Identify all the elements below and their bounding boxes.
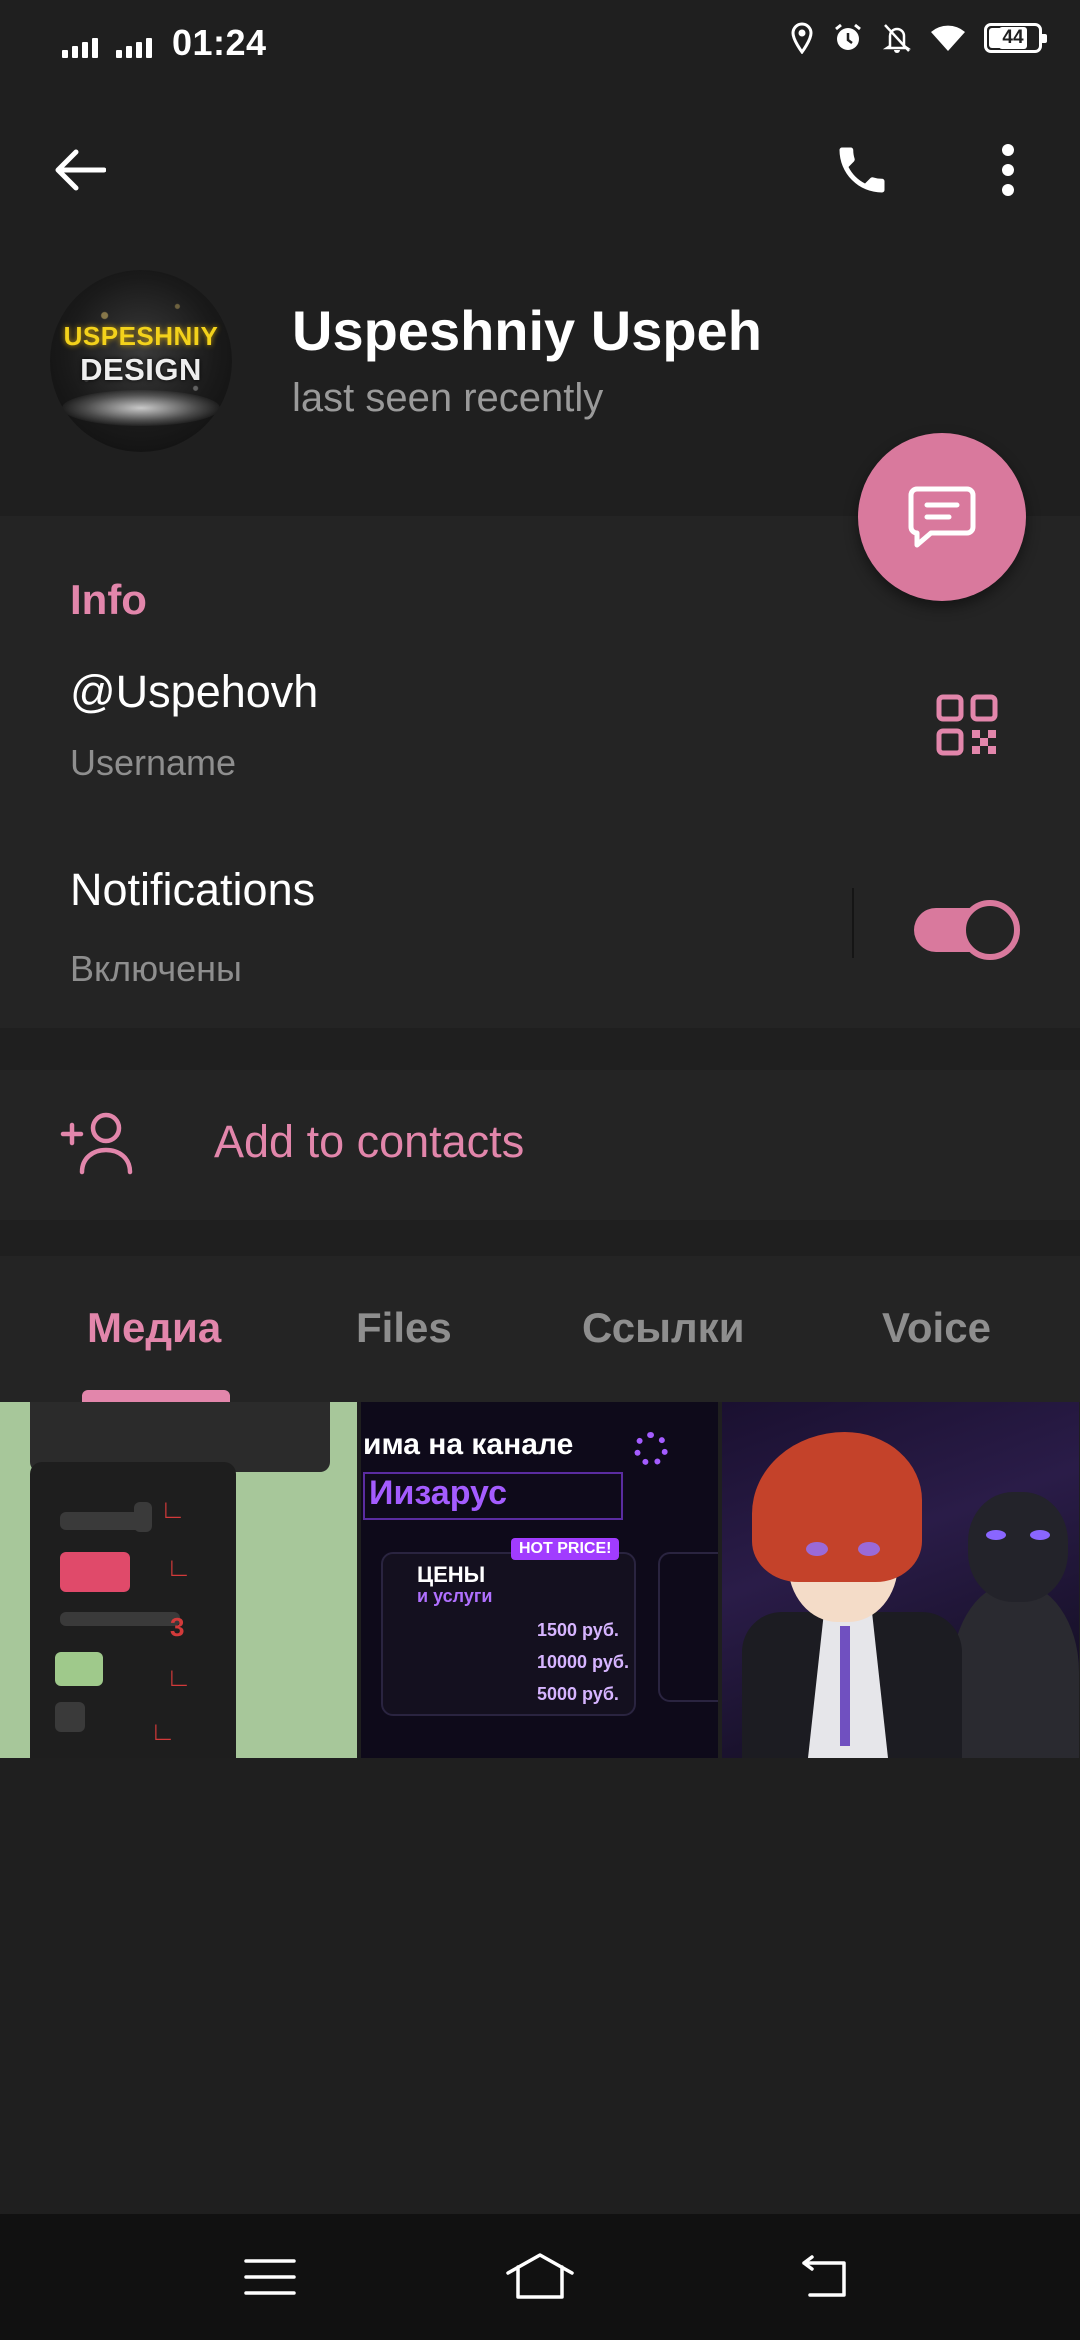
media-headline: има на канале [363, 1428, 574, 1461]
status-bar: 01:24 44 [0, 0, 1080, 86]
tab-media[interactable]: Медиа [87, 1304, 221, 1352]
nav-menu-button[interactable] [230, 2244, 310, 2310]
more-vert-icon [1002, 144, 1014, 196]
battery-icon: 44 [984, 23, 1047, 53]
battery-level: 44 [999, 27, 1027, 49]
back-nav-icon [802, 2255, 846, 2297]
notifications-title[interactable]: Notifications [70, 864, 315, 916]
media-headline-2: Иизарус [363, 1472, 623, 1520]
media-tabs: Медиа Files Ссылки Voice [0, 1256, 1080, 1402]
add-to-contacts-label: Add to contacts [214, 1116, 525, 1167]
avatar[interactable]: USPESHNIY DESIGN [50, 270, 232, 452]
status-left: 01:24 [62, 22, 267, 64]
signal-icon [62, 28, 98, 58]
nav-back-button[interactable] [784, 2244, 864, 2310]
media-price-title: ЦЕНЫ [417, 1562, 486, 1587]
profile-name: Uspeshniy Uspeh [292, 299, 762, 362]
location-icon [791, 22, 813, 54]
message-icon [908, 486, 976, 548]
back-arrow-icon [55, 149, 106, 191]
info-title: Info [70, 576, 147, 623]
username-value[interactable]: @Uspehovh [70, 666, 318, 718]
notifications-toggle[interactable] [914, 900, 1020, 960]
media-price: 5000 руб. [537, 1684, 619, 1704]
nav-home-button[interactable] [500, 2244, 580, 2310]
divider [852, 888, 854, 958]
screen: 01:24 44 USPESHNIY DESIGN Uspeshniy Uspe… [0, 0, 1080, 2340]
qr-code-icon [936, 694, 998, 756]
alarm-icon [835, 23, 861, 50]
media-grid: ∟ ∟ 3 ∟ ∟ има на канале Иизарус HOT PRIC… [0, 1402, 1080, 1758]
media-price: 10000 руб. [537, 1652, 629, 1672]
app-bar [0, 110, 1080, 230]
media-item[interactable]: има на канале Иизарус HOT PRICE! ЦЕНЫ и … [361, 1402, 718, 1758]
status-right: 44 [790, 22, 1047, 54]
call-button[interactable] [822, 130, 902, 210]
qr-code-button[interactable] [936, 694, 1006, 764]
media-badge: HOT PRICE! [511, 1538, 620, 1560]
message-fab-button[interactable] [858, 433, 1026, 601]
menu-icon [244, 2259, 296, 2295]
mute-bell-icon [882, 24, 912, 53]
tab-files[interactable]: Files [356, 1304, 452, 1352]
wifi-icon [931, 25, 965, 51]
home-icon [506, 2253, 574, 2299]
profile-status: last seen recently [292, 376, 604, 420]
more-options-button[interactable] [968, 130, 1048, 210]
tab-voice[interactable]: Voice [882, 1304, 991, 1352]
phone-icon [839, 147, 885, 193]
gear-icon [634, 1432, 668, 1466]
media-price-sub: и услуги [417, 1586, 493, 1606]
notifications-status: Включены [70, 948, 242, 989]
tab-links[interactable]: Ссылки [582, 1304, 745, 1352]
signal-icon-2 [116, 28, 152, 58]
avatar-logo-bottom: DESIGN [80, 351, 202, 387]
status-time: 01:24 [172, 22, 267, 63]
avatar-logo-top: USPESHNIY [63, 320, 219, 351]
media-price: 1500 руб. [537, 1620, 619, 1640]
tab-indicator [82, 1390, 230, 1402]
add-to-contacts-row[interactable]: Add to contacts [0, 1070, 1080, 1220]
add-person-icon [60, 1112, 133, 1175]
media-item[interactable]: ∟ ∟ 3 ∟ ∟ [0, 1402, 357, 1758]
back-button[interactable] [40, 130, 120, 210]
media-item[interactable] [722, 1402, 1079, 1758]
username-label: Username [70, 742, 237, 783]
toggle-knob [960, 900, 1020, 960]
system-nav-bar [0, 2214, 1080, 2340]
